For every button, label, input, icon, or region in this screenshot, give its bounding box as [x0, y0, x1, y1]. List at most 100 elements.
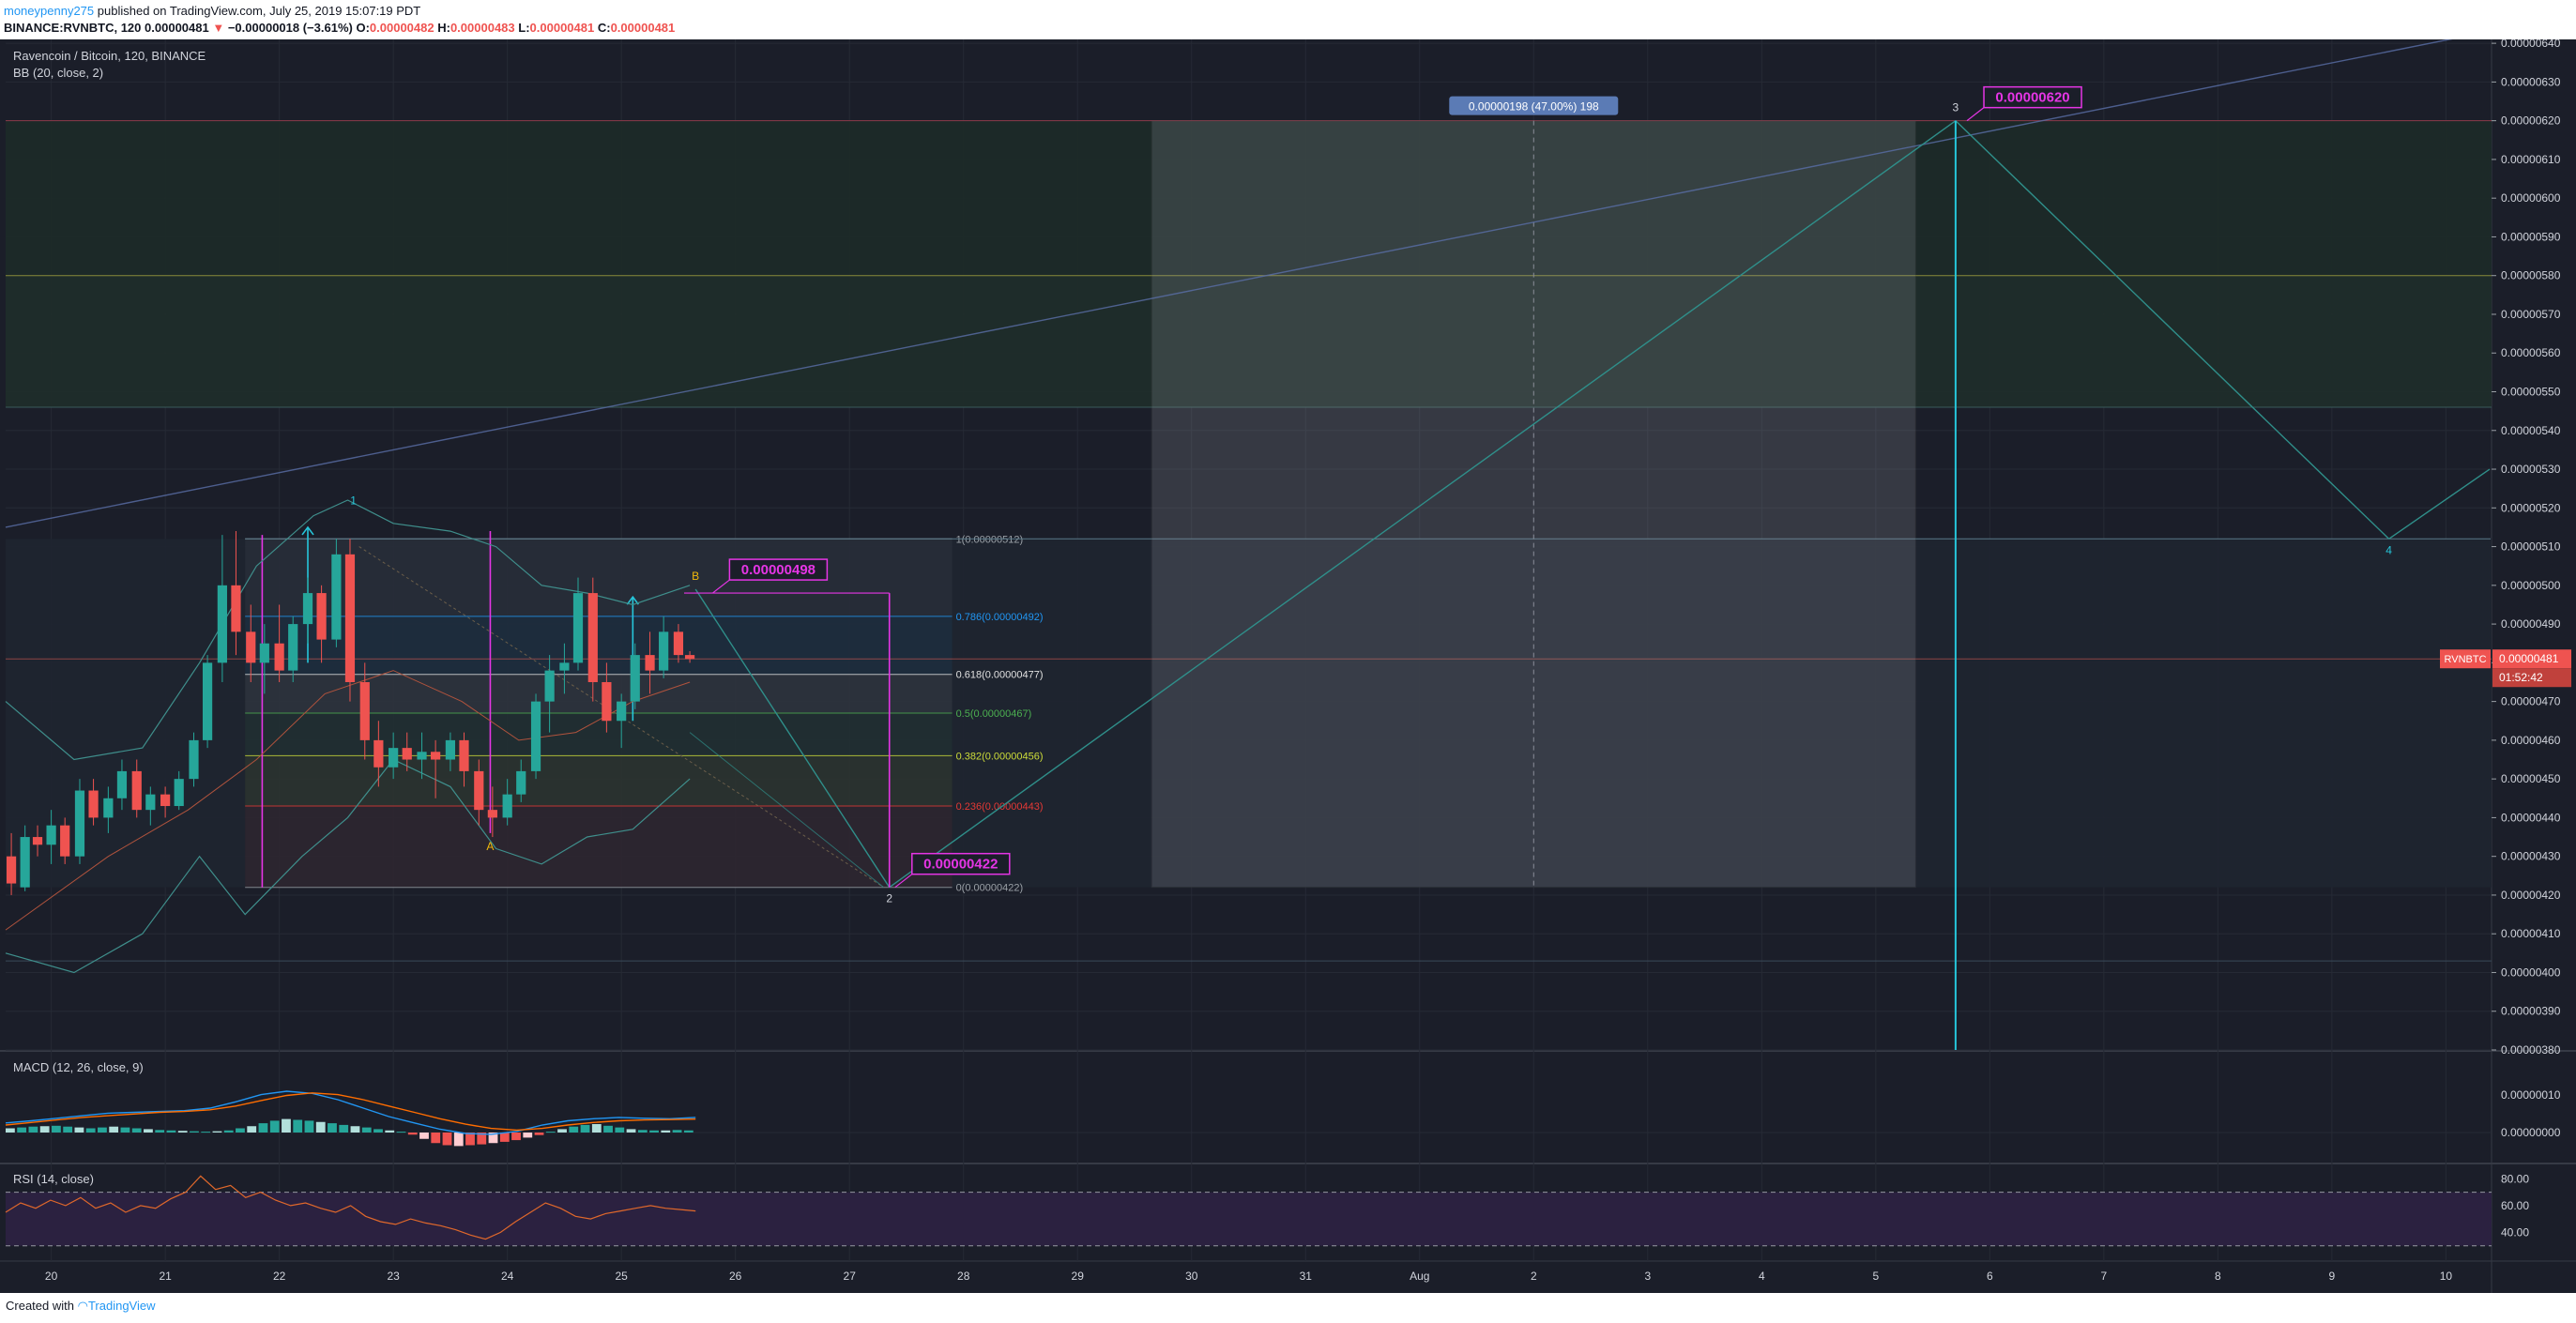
fib-zone [245, 806, 953, 888]
macd-histogram-bar [453, 1133, 464, 1147]
candle-body [373, 739, 384, 768]
macd-histogram-bar [6, 1128, 15, 1133]
candle-body [572, 593, 584, 663]
candle-body [587, 593, 598, 682]
fib-level-label: 0.382(0.00000456) [956, 751, 1044, 762]
candle-body [544, 670, 555, 702]
x-tick-label: 22 [273, 1270, 286, 1283]
down-arrow-icon: ▼ [212, 21, 225, 35]
chart-title: Ravencoin / Bitcoin, 120, BINANCE [13, 49, 206, 63]
candle-body [459, 739, 469, 771]
y-tick-label: 0.00000640 [2501, 39, 2561, 50]
macd-histogram-bar [269, 1120, 280, 1133]
macd-histogram-bar [373, 1129, 383, 1133]
macd-histogram-bar [212, 1131, 222, 1133]
macd-histogram-bar [236, 1128, 245, 1133]
rsi-y-tick-label: 80.00 [2501, 1172, 2529, 1185]
x-tick-label: 29 [1072, 1270, 1085, 1283]
macd-histogram-bar [569, 1126, 579, 1133]
callout-text: 0.00000498 [741, 562, 815, 578]
macd-histogram-bar [120, 1127, 130, 1133]
macd-histogram-bar [339, 1124, 349, 1133]
candle-body [116, 770, 128, 798]
macd-y-tick-label: 0.00000010 [2501, 1088, 2561, 1102]
candle-body [530, 701, 541, 771]
fib-level-label: 0.5(0.00000467) [956, 708, 1032, 720]
fib-level-label: 0.786(0.00000492) [956, 612, 1044, 623]
y-tick-label: 0.00000520 [2501, 501, 2561, 514]
macd-histogram-bar [385, 1130, 395, 1133]
x-tick-label: 4 [1759, 1270, 1765, 1283]
candle-body [60, 825, 70, 857]
candle-body [659, 631, 669, 671]
macd-histogram-bar [166, 1130, 176, 1133]
candle-body [684, 655, 695, 660]
pattern-point-label: 3 [1953, 101, 1959, 114]
y-tick-label: 0.00000610 [2501, 153, 2561, 166]
y-tick-label: 0.00000570 [2501, 308, 2561, 321]
macd-histogram-bar [131, 1128, 142, 1133]
macd-histogram-bar [683, 1130, 694, 1133]
candle-body [6, 856, 17, 884]
y-tick-label: 0.00000420 [2501, 889, 2561, 902]
last-value: 0.00000481 [145, 21, 209, 35]
last-price-tag: 0.00000481 [2499, 652, 2559, 665]
candle-body [46, 825, 56, 845]
macd-histogram-bar [591, 1124, 602, 1133]
macd-histogram-bar [63, 1126, 73, 1133]
author-link[interactable]: moneypenny275 [4, 4, 94, 18]
candle-body [217, 585, 227, 663]
price-range-box[interactable]: 0.00000198 (47.00%) 198 [1151, 96, 1916, 889]
fib-level-label: 1(0.00000512) [956, 534, 1024, 545]
macd-histogram-bar [672, 1130, 682, 1133]
candle-body [602, 681, 612, 722]
open-label: O: [356, 21, 370, 35]
x-tick-label: 9 [2329, 1270, 2336, 1283]
candle-body [389, 748, 399, 768]
y-tick-label: 0.00000470 [2501, 695, 2561, 708]
x-tick-label: 5 [1872, 1270, 1879, 1283]
macd-histogram-bar [637, 1130, 648, 1133]
y-tick-label: 0.00000410 [2501, 927, 2561, 940]
candle-body [231, 585, 241, 632]
candle-body [103, 798, 114, 818]
x-tick-label: 27 [844, 1270, 857, 1283]
macd-histogram-bar [557, 1129, 567, 1133]
macd-histogram-bar [465, 1133, 475, 1146]
candle-body [259, 643, 269, 663]
y-tick-label: 0.00000590 [2501, 230, 2561, 243]
rsi-y-tick-label: 40.00 [2501, 1225, 2529, 1239]
macd-histogram-bar [407, 1133, 418, 1135]
range-label: 0.00000198 (47.00%) 198 [1469, 100, 1599, 114]
candle-body [74, 790, 85, 857]
y-tick-label: 0.00000440 [2501, 811, 2561, 824]
y-tick-label: 0.00000630 [2501, 75, 2561, 88]
tradingview-logo-icon: ◠ [77, 1299, 88, 1313]
macd-histogram-bar [511, 1133, 521, 1141]
tradingview-link[interactable]: TradingView [88, 1299, 156, 1313]
fib-zone [245, 713, 953, 756]
macd-histogram-bar [442, 1133, 452, 1146]
candle-body [331, 554, 342, 640]
candle-body [246, 631, 256, 663]
macd-histogram-bar [85, 1128, 96, 1133]
rsi-legend: RSI (14, close) [13, 1172, 94, 1186]
candle-body [316, 593, 327, 640]
chart-canvas[interactable]: 1(0.00000512) 0.786(0.00000492) 0.618(0.00… [0, 39, 2576, 1293]
candle-body [274, 643, 284, 671]
x-tick-label: 24 [501, 1270, 514, 1283]
macd-histogram-bar [223, 1130, 234, 1133]
pattern-point-label: 4 [2385, 543, 2392, 556]
candle-body [673, 631, 684, 656]
callout-text: 0.00000422 [923, 857, 998, 873]
candle-body [145, 794, 156, 811]
candle-body [487, 810, 497, 818]
macd-histogram-bar [419, 1133, 429, 1139]
x-tick-label: Aug [1410, 1270, 1429, 1283]
macd-histogram-bar [247, 1126, 257, 1133]
rsi-band-fill [6, 1192, 2492, 1246]
x-tick-label: 2 [1531, 1270, 1537, 1283]
candle-body [88, 790, 99, 818]
countdown: 01:52:42 [2499, 671, 2543, 684]
high-label: H: [437, 21, 450, 35]
